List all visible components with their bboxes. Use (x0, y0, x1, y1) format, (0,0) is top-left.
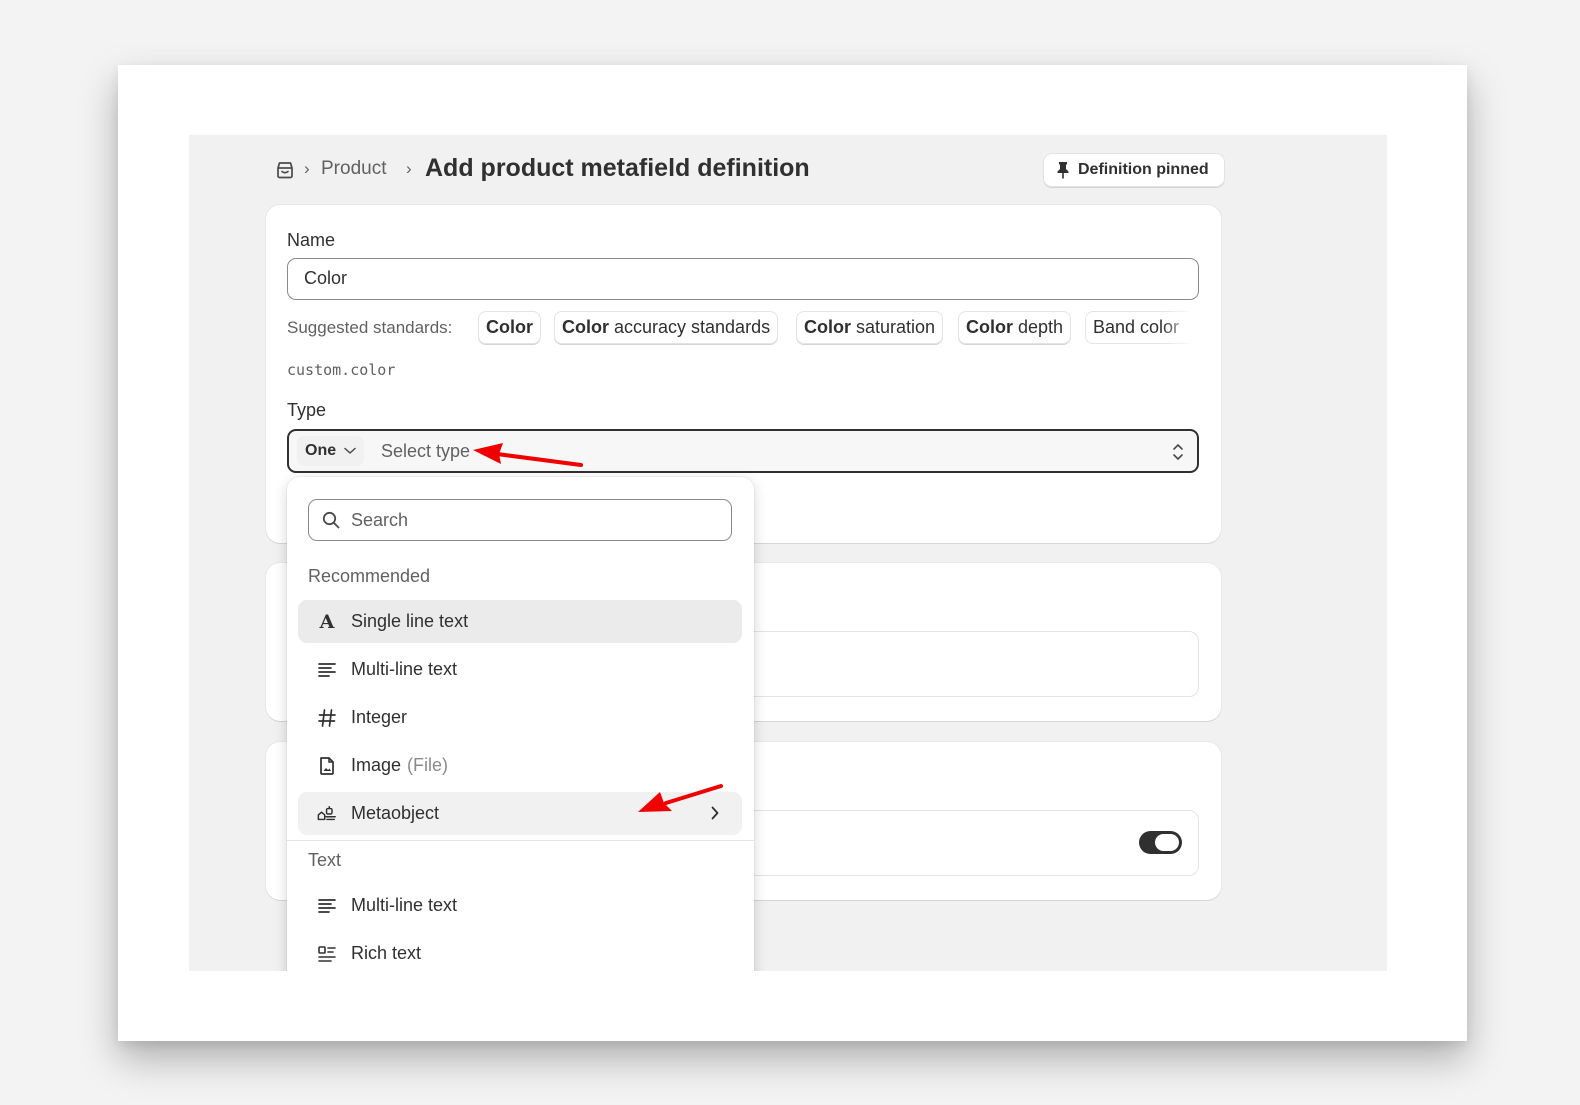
option-label: Multi-line text (351, 659, 458, 679)
file-image-icon (320, 756, 334, 775)
metaobject-icon (317, 805, 336, 820)
section-title-text: Text (308, 850, 342, 870)
option-integer[interactable]: Integer (298, 696, 742, 739)
chevron-right-icon (711, 806, 719, 820)
paragraph-icon (318, 662, 336, 677)
name-label: Name (287, 230, 336, 250)
option-label: Rich text (351, 943, 422, 963)
definition-pinned-label: Definition pinned (1078, 161, 1209, 178)
page-title: Add product metafield definition (425, 154, 810, 182)
definition-pinned-button[interactable]: Definition pinned (1043, 153, 1225, 187)
section-divider (287, 840, 754, 841)
name-input[interactable]: Color (287, 258, 1199, 300)
search-icon (322, 511, 340, 529)
suggested-chip[interactable]: Color saturation (796, 311, 944, 344)
option-label: Multi-line text (351, 895, 458, 915)
breadcrumb-product-link[interactable]: Product (321, 158, 386, 180)
option-suffix: (File) (407, 755, 449, 775)
type-select-placeholder: Select type (381, 441, 471, 461)
suggested-chip[interactable]: Color depth (958, 311, 1072, 344)
option-multi-line-text[interactable]: Multi-line text (298, 884, 742, 927)
suggested-chip[interactable]: Color accuracy standards (554, 311, 779, 344)
chevron-down-icon (344, 447, 356, 454)
cardinality-select[interactable]: One (297, 436, 365, 466)
search-placeholder: Search (351, 510, 409, 530)
option-multi-line-text[interactable]: Multi-line text (298, 648, 742, 691)
cardinality-value: One (305, 442, 337, 459)
paragraph-icon (318, 898, 336, 913)
option-label: Image (351, 755, 402, 775)
option-toggle[interactable] (1139, 831, 1182, 854)
type-label: Type (287, 400, 327, 420)
option-image-file[interactable]: Image (File) (298, 744, 742, 787)
type-dropdown: Search Recommended A Single line text Mu… (287, 477, 754, 971)
text-letter-icon: A (319, 610, 335, 633)
rich-text-icon (318, 945, 336, 962)
suggested-standards-label: Suggested standards: (287, 318, 453, 337)
type-select[interactable]: One Select type (287, 429, 1199, 473)
suggested-chip[interactable]: Color (478, 311, 541, 344)
option-label: Metaobject (351, 803, 440, 823)
suggested-chip[interactable]: Band color (1085, 311, 1195, 344)
option-metaobject[interactable]: Metaobject (298, 792, 742, 835)
section-title-recommended: Recommended (308, 566, 431, 586)
breadcrumb-separator: › (304, 159, 310, 178)
option-rich-text[interactable]: Rich text (298, 932, 742, 971)
namespace-key: custom.color (287, 361, 396, 379)
option-label: Integer (351, 707, 408, 727)
select-arrows-icon (1173, 444, 1183, 460)
breadcrumb-separator: › (406, 159, 412, 178)
hash-icon (318, 708, 336, 727)
option-label: Single line text (351, 611, 469, 631)
option-single-line-text[interactable]: A Single line text (298, 600, 742, 643)
type-search-input[interactable]: Search (308, 499, 732, 541)
pin-icon (1057, 162, 1069, 179)
admin-canvas: › Product › Add product metafield defini… (189, 135, 1387, 971)
store-icon[interactable] (275, 161, 295, 179)
